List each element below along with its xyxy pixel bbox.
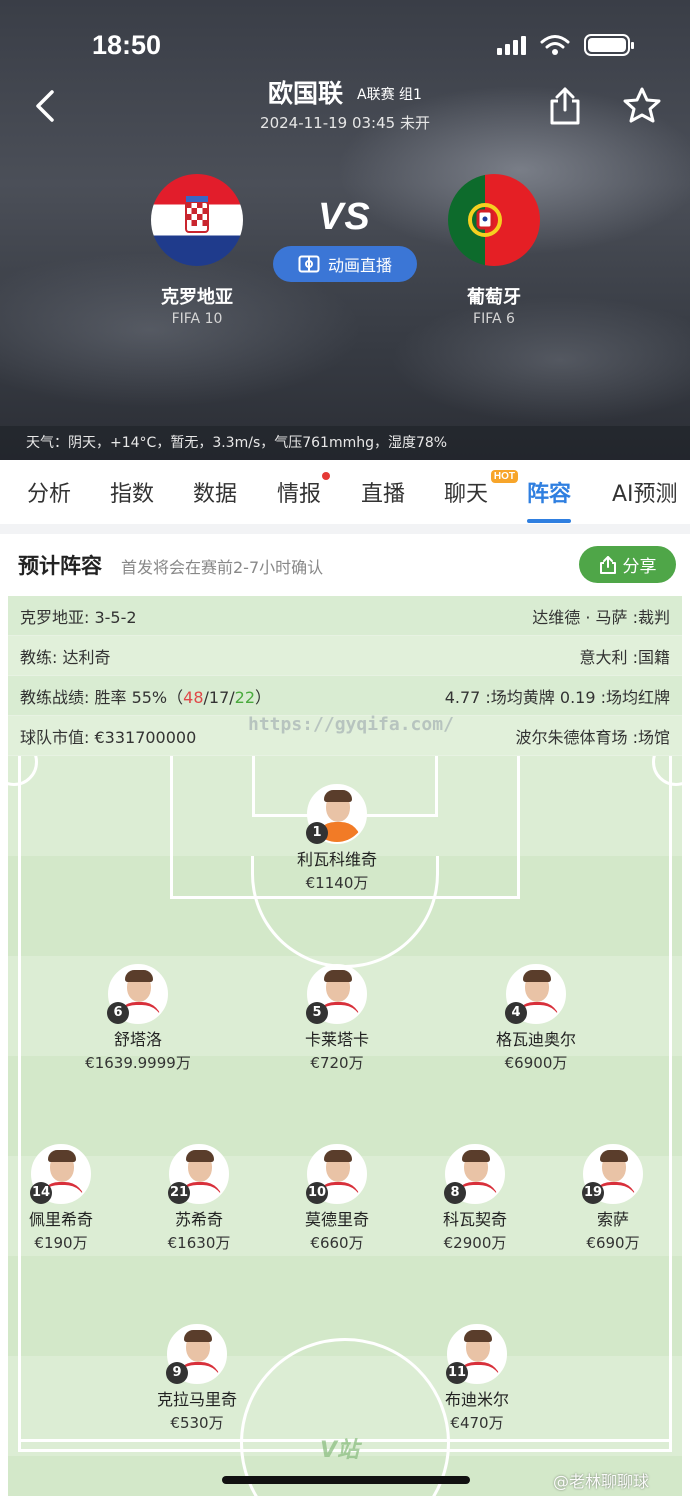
player-number-badge: 10 [306, 1182, 328, 1204]
hot-badge: HOT [490, 470, 519, 483]
record-draws: 17 [208, 687, 230, 707]
player-number-badge: 14 [30, 1182, 52, 1204]
competition-title: 欧国联 [268, 79, 344, 108]
player-value: €1140万 [305, 874, 369, 892]
status-icons [497, 34, 634, 56]
weather-info: 天气：阴天，+14°C，暂无，3.3m/s，气压761mmhg，湿度78% [0, 426, 690, 460]
info-row-record: 教练战绩: 胜率 55%（48/17/22） 4.77 :场均黄牌 0.19 :… [8, 676, 682, 716]
player-value: €530万 [170, 1414, 224, 1432]
weibo-watermark: @老林聊聊球 [553, 1472, 650, 1491]
referee-text: 达维德 · 马萨 :裁判 [532, 607, 670, 627]
match-title: 欧国联 A联赛 组1 [0, 74, 690, 110]
player-card[interactable]: 9 克拉马里奇 €530万 [107, 1324, 287, 1433]
vs-label: VS [318, 196, 371, 238]
away-team-name[interactable]: 葡萄牙 [414, 283, 574, 309]
croatia-flag [151, 174, 243, 266]
player-number-badge: 6 [107, 1002, 129, 1024]
status-time: 18:50 [92, 30, 162, 60]
player-name: 卡莱塔卡 [304, 1030, 369, 1049]
player-number-badge: 11 [446, 1362, 468, 1384]
info-row-coach: 教练: 达利奇 意大利 :国籍 [8, 636, 682, 676]
home-team-fifa-rank: FIFA 10 [171, 311, 223, 327]
tab-chat[interactable]: 聊天 HOT [444, 460, 519, 524]
home-indicator[interactable] [222, 1476, 470, 1484]
cards-text: 4.77 :场均黄牌 0.19 :场均红牌 [444, 687, 670, 707]
player-number-badge: 21 [168, 1182, 190, 1204]
url-watermark: https://gyqifa.com/ [248, 714, 454, 735]
info-row-formation: 克罗地亚: 3-5-2 达维德 · 马萨 :裁判 [8, 596, 682, 636]
player-number-badge: 9 [166, 1362, 188, 1384]
active-tab-indicator [527, 519, 572, 523]
player-number-badge: 1 [306, 822, 328, 844]
player-number-badge: 19 [582, 1182, 604, 1204]
player-card[interactable]: 11 布迪米尔 €470万 [387, 1324, 567, 1433]
tab-index[interactable]: 指数 [110, 460, 154, 524]
animated-live-button[interactable]: 动画直播 [273, 246, 417, 282]
record-losses: 22 [234, 687, 255, 707]
lineup-subtitle: 首发将会在赛前2-7小时确认 [121, 558, 324, 577]
player-card[interactable]: 6 舒塔洛 €1639.9999万 [48, 964, 228, 1073]
wifi-icon [540, 35, 570, 55]
match-tabs: 分析 指数 数据 情报 直播 聊天 HOT 阵容 AI预测 [0, 460, 690, 524]
player-card[interactable]: 5 卡莱塔卡 €720万 [247, 964, 427, 1073]
share-icon [599, 555, 616, 574]
nationality-text: 意大利 :国籍 [579, 647, 670, 667]
favorite-star-icon[interactable] [622, 86, 662, 124]
player-name: 克拉马里奇 [156, 1390, 237, 1409]
player-value: €6900万 [504, 1054, 568, 1072]
player-card[interactable]: 1 利瓦科维奇 €1140万 [247, 784, 427, 893]
player-number-badge: 4 [505, 1002, 527, 1024]
animated-live-label: 动画直播 [327, 256, 392, 275]
lineup-title: 预计阵容 [18, 554, 102, 578]
player-value: €470万 [450, 1414, 504, 1432]
battery-icon [584, 34, 634, 56]
portugal-flag [448, 174, 540, 266]
market-value-text: 球队市值: €331700000 [20, 727, 197, 747]
match-header: 18:50 欧国联 A联赛 组1 2024-11-19 03:45 未开 克罗地… [0, 0, 690, 460]
tab-live[interactable]: 直播 [361, 460, 405, 524]
tab-lineup[interactable]: 阵容 [517, 460, 581, 524]
player-value: €690万 [586, 1234, 640, 1252]
match-datetime: 2024-11-19 03:45 未开 [260, 114, 430, 132]
share-icon[interactable] [548, 86, 582, 126]
player-card[interactable]: 4 格瓦迪奥尔 €6900万 [446, 964, 626, 1073]
player-name: 格瓦迪奥尔 [495, 1030, 576, 1049]
tab-data[interactable]: 数据 [193, 460, 237, 524]
pitch-icon [298, 255, 320, 273]
player-name: 索萨 [596, 1210, 629, 1229]
cellular-signal-icon [497, 35, 526, 55]
formation-text: 克罗地亚: 3-5-2 [20, 607, 137, 627]
player-value: €720万 [310, 1054, 364, 1072]
share-button[interactable]: 分享 [579, 546, 676, 583]
coach-text: 教练: 达利奇 [20, 647, 111, 667]
tab-analysis[interactable]: 分析 [27, 460, 71, 524]
tab-intel[interactable]: 情报 [277, 460, 331, 524]
player-value: €1639.9999万 [85, 1054, 191, 1072]
notification-dot [322, 472, 331, 480]
share-label: 分享 [622, 557, 657, 577]
record-wins: 48 [183, 687, 204, 707]
player-number-badge: 8 [444, 1182, 466, 1204]
player-name: 利瓦科维奇 [296, 850, 377, 869]
lineup-header: 预计阵容 首发将会在赛前2-7小时确认 分享 [0, 534, 690, 596]
player-number-badge: 5 [306, 1002, 328, 1024]
player-name: 舒塔洛 [113, 1030, 162, 1049]
lineup-section: 预计阵容 首发将会在赛前2-7小时确认 分享 克罗地亚: 3-5-2 达维德 ·… [0, 534, 690, 1496]
home-team-name[interactable]: 克罗地亚 [117, 283, 277, 309]
player-card[interactable]: 19 索萨 €690万 [523, 1144, 690, 1253]
away-team-fifa-rank: FIFA 6 [473, 311, 515, 327]
venue-text: 波尔朱德体育场 :场馆 [515, 727, 670, 747]
tab-ai-prediction[interactable]: AI预测 [612, 460, 678, 524]
competition-tag: A联赛 组1 [357, 87, 422, 103]
player-name: 布迪米尔 [444, 1390, 509, 1409]
coach-record: 教练战绩: 胜率 55%（48/17/22） [20, 687, 272, 707]
site-watermark: V站 [320, 1438, 360, 1463]
